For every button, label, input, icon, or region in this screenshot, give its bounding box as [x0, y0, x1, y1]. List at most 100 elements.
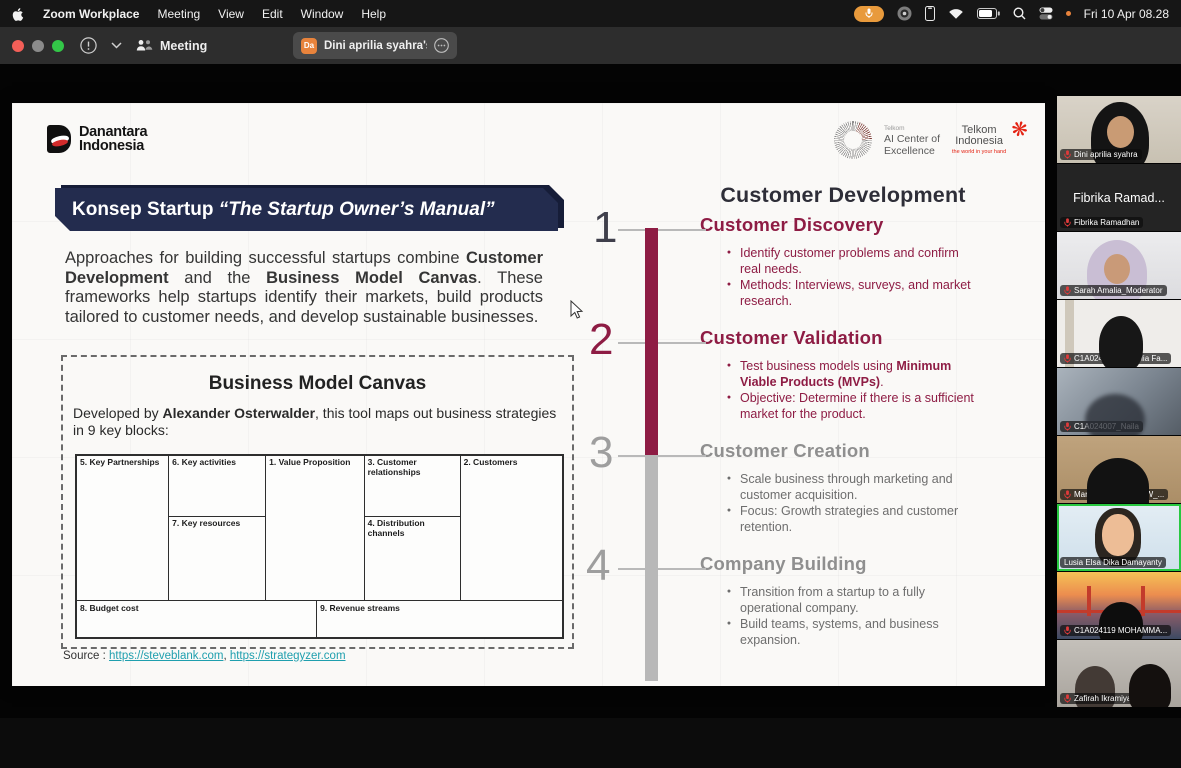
aicoe-sunburst-icon	[834, 121, 872, 159]
wifi-icon[interactable]	[948, 8, 964, 20]
bullet-item: ●Methods: Interviews, surveys, and marke…	[700, 277, 996, 309]
zoom-window-button[interactable]	[52, 40, 64, 52]
section-customer-discovery: Customer Discovery ●Identify customer pro…	[700, 214, 996, 309]
apple-icon[interactable]	[12, 7, 25, 21]
participant-name: C1A024057_Ameylia Fa...	[1074, 354, 1167, 363]
link-icon[interactable]	[434, 38, 449, 53]
participant-name-label: C1A024119 MOHAMMA...	[1060, 625, 1171, 636]
device-icon[interactable]	[925, 6, 935, 21]
participant-tile-3[interactable]: Sarah Amalia_Moderator	[1057, 232, 1181, 299]
control-center-icon[interactable]	[1039, 7, 1053, 20]
danantara-line2: Indonesia	[79, 139, 147, 153]
bullet-item: ●Identify customer problems and confirm …	[700, 245, 996, 277]
participant-tile-5[interactable]: C1A024007_Naila	[1057, 368, 1181, 435]
bmc-cell-cr: 3. Customer relationships	[365, 456, 461, 517]
zoom-title-bar: Meeting Da Dini aprilia syahra's screen	[0, 27, 1181, 64]
bmc-cell-kr: 7. Key resources	[169, 517, 266, 601]
bullet-dot: ●	[718, 277, 740, 309]
muted-mic-icon	[1064, 422, 1071, 431]
step-number-1: 1	[593, 206, 617, 250]
bmc-cell-bottom-1: 9. Revenue streams	[317, 601, 562, 639]
tab-meeting[interactable]: Meeting	[136, 39, 207, 53]
menu-item-view[interactable]: View	[218, 7, 244, 21]
macos-menu-bar: Zoom Workplace Meeting View Edit Window …	[0, 0, 1181, 27]
participant-name: Zafirah Ikramiya	[1074, 694, 1131, 703]
section-title: Customer Validation	[700, 327, 996, 349]
bullet-dot: ●	[718, 471, 740, 503]
bullet-item: ●Scale business through marketing and cu…	[700, 471, 996, 503]
muted-mic-icon	[1064, 150, 1071, 159]
menu-item-edit[interactable]: Edit	[262, 7, 283, 21]
telkom-hand-icon: ❋	[1008, 115, 1031, 143]
muted-mic-icon	[1064, 694, 1071, 703]
battery-icon[interactable]	[977, 8, 1000, 19]
step-number-4: 4	[586, 544, 610, 588]
mic-indicator-icon[interactable]	[854, 6, 884, 22]
mouse-cursor	[570, 300, 584, 320]
section-company-building: Company Building●Transition from a start…	[700, 553, 996, 648]
participant-name: Dini aprilia syahra	[1074, 150, 1138, 159]
participant-tile-9[interactable]: Zafirah Ikramiya	[1057, 640, 1181, 707]
bmc-table: 5. Key Partnerships6. Key activities1. V…	[75, 454, 564, 639]
tab-shared-screen[interactable]: Da Dini aprilia syahra's screen	[293, 32, 457, 59]
participant-tile-6[interactable]: Margaretha Selvina W_...	[1057, 436, 1181, 503]
timeline-bar-maroon	[645, 228, 658, 455]
danantara-logo: Danantara Indonesia	[47, 125, 147, 153]
participant-tile-8[interactable]: C1A024119 MOHAMMA...	[1057, 572, 1181, 639]
chevron-down-icon[interactable]	[111, 42, 122, 49]
bullet-dot: ●	[718, 245, 740, 277]
bmc-cell-ka: 6. Key activities	[169, 456, 266, 517]
danantara-logo-icon	[47, 125, 71, 153]
participant-name: Sarah Amalia_Moderator	[1074, 286, 1163, 295]
participant-tile-1[interactable]: Dini aprilia syahra	[1057, 96, 1181, 163]
close-window-button[interactable]	[12, 40, 24, 52]
participant-tile-2[interactable]: Fibrika Ramad...Fibrika Ramadhan	[1057, 164, 1181, 231]
bmc-cell-vp: 1. Value Proposition	[266, 456, 364, 601]
customer-development-heading: Customer Development	[663, 183, 1023, 208]
menu-clock[interactable]: Fri 10 Apr 08.28	[1084, 7, 1169, 21]
source-link-1[interactable]: https://strategyzer.com	[230, 650, 346, 662]
business-model-canvas-box: Business Model Canvas Developed by Alexa…	[61, 355, 574, 649]
participant-name-label: C1A024007_Naila	[1060, 421, 1143, 432]
participant-name-label: Margaretha Selvina W_...	[1060, 489, 1168, 500]
search-icon[interactable]	[1013, 7, 1026, 20]
info-icon[interactable]	[80, 37, 97, 54]
share-avatar: Da	[301, 38, 317, 54]
menu-item-meeting[interactable]: Meeting	[157, 7, 200, 21]
screen: Zoom Workplace Meeting View Edit Window …	[0, 0, 1181, 768]
shared-slide: Danantara Indonesia Telkom AI Center of …	[12, 103, 1045, 686]
bmc-cell-dc: 4. Distribution channels	[365, 517, 461, 601]
bullet-item: ●Transition from a startup to a fully op…	[700, 584, 996, 616]
connector-line-2	[618, 342, 706, 344]
bullet-dot: ●	[718, 503, 740, 535]
source-link-0[interactable]: https://steveblank.com	[109, 650, 223, 662]
participant-tile-4[interactable]: C1A024057_Ameylia Fa...	[1057, 300, 1181, 367]
step-number-3: 3	[589, 431, 613, 475]
camera-status-icon[interactable]	[897, 6, 912, 21]
window-controls	[12, 40, 64, 52]
bullet-dot: ●	[718, 616, 740, 648]
connector-line-4	[618, 568, 706, 570]
participants-sidebar: Dini aprilia syahra Fibrika Ramad...Fibri…	[1057, 96, 1181, 707]
participant-name: C1A024119 MOHAMMA...	[1074, 626, 1167, 635]
participant-name: Margaretha Selvina W_...	[1074, 490, 1164, 499]
bullet-item: ●Objective: Determine if there is a suff…	[700, 390, 996, 422]
bmc-description: Developed by Alexander Osterwalder, this…	[73, 405, 562, 439]
bullet-dot: ●	[718, 390, 740, 422]
participant-name-label: Dini aprilia syahra	[1060, 149, 1142, 160]
source-line: Source : https://steveblank.com, https:/…	[63, 650, 346, 662]
muted-mic-icon	[1064, 490, 1071, 499]
bmc-cell-bottom-0: 8. Budget cost	[77, 601, 317, 639]
step-number-2: 2	[589, 318, 613, 362]
muted-mic-icon	[1064, 286, 1071, 295]
menu-item-app[interactable]: Zoom Workplace	[43, 7, 139, 21]
bullet-dot: ●	[718, 584, 740, 616]
connector-line-1	[618, 229, 706, 231]
section-title: Customer Discovery	[700, 214, 996, 236]
menu-item-help[interactable]: Help	[361, 7, 386, 21]
minimize-window-button[interactable]	[32, 40, 44, 52]
bmc-cell-cu: 2. Customers	[461, 456, 562, 601]
menu-item-window[interactable]: Window	[301, 7, 344, 21]
participant-tile-7[interactable]: Lusia Elsa Dika Damayanty	[1057, 504, 1181, 571]
telkom-tagline: the world in your hand	[952, 149, 1006, 155]
